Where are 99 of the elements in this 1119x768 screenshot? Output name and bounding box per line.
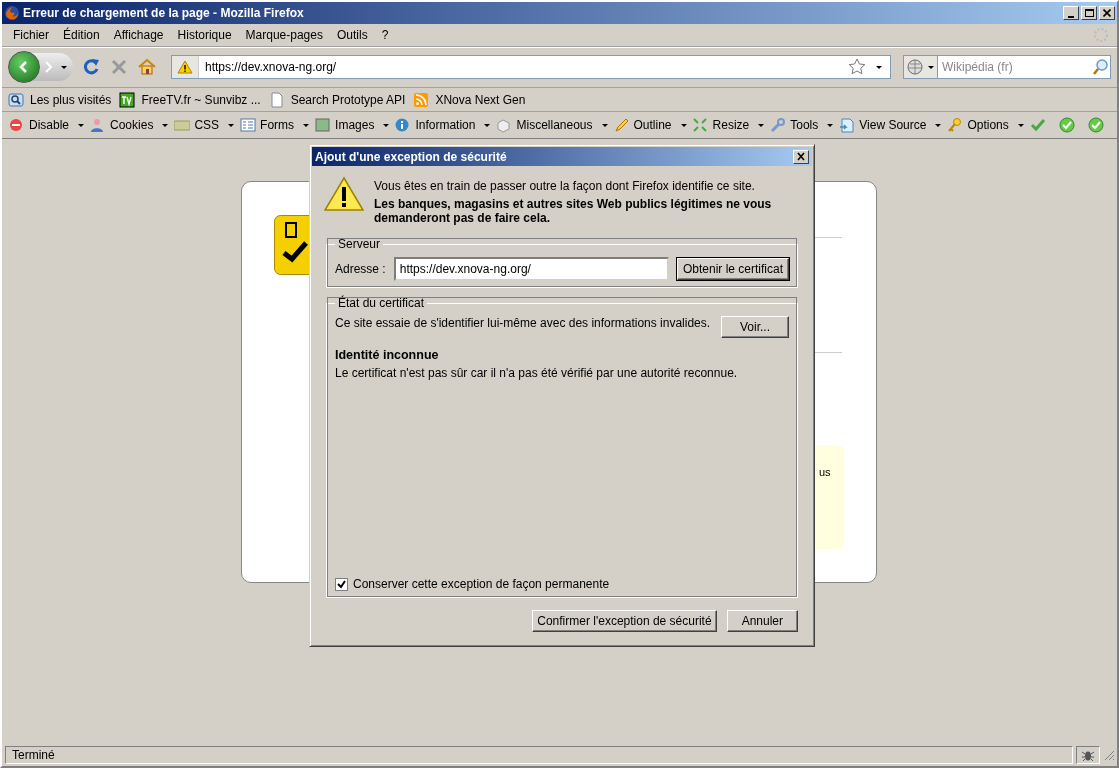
source-page-icon: [839, 117, 856, 133]
caret-icon: [601, 123, 608, 127]
warning-text: Vous êtes en train de passer outre la façon dont Firefox identifie ce site.: [374, 179, 756, 193]
caret-icon: [928, 65, 934, 69]
check-mark-icon: [1030, 117, 1046, 133]
group-label: État du certificat: [337, 296, 426, 310]
menu-item[interactable]: Marque-pages: [238, 26, 330, 44]
firefox-logo-icon: [4, 5, 20, 21]
close-icon: [795, 151, 807, 162]
toolbar-menu-button[interactable]: Disable: [9, 117, 85, 133]
check-circle-icon: [1059, 117, 1075, 133]
confirm-button[interactable]: Confirmer l'exception de sécurité: [532, 610, 717, 632]
field-label: Adresse :: [335, 262, 386, 276]
no-entry-icon: [9, 117, 25, 133]
minimize-button[interactable]: [1063, 6, 1079, 20]
check-circle-icon: [1088, 117, 1104, 133]
status-icon-button[interactable]: [1076, 746, 1100, 764]
close-button[interactable]: [1099, 6, 1115, 20]
address-field[interactable]: https://dev.xnova-ng.org/: [199, 60, 848, 74]
bookmark-link[interactable]: Les plus visités: [30, 92, 112, 107]
caret-icon: [484, 123, 491, 127]
key-icon: [947, 117, 964, 133]
toolbar-menu-button[interactable]: Miscellaneous: [496, 117, 608, 133]
close-button[interactable]: [793, 149, 809, 164]
caret-icon: [935, 123, 942, 127]
description-text: Ce site essaie de s'identifier lui-même avec des informations invalides.: [335, 316, 711, 330]
toolbar-menu-button[interactable]: CSS: [174, 117, 235, 133]
picture-icon: [315, 117, 332, 133]
view-button[interactable]: Voir...: [720, 316, 789, 338]
menu-item[interactable]: Fichier: [6, 26, 56, 44]
status-detail: Le certificat n'est pas sûr car il n'a pas été vérifié par une autorité reconnue.: [335, 366, 739, 380]
menu-item[interactable]: Affichage: [106, 26, 171, 44]
toolbar-menu-button[interactable]: Options: [947, 117, 1024, 133]
toolbar-menu-button[interactable]: Information: [395, 117, 491, 133]
reload-icon: [81, 57, 101, 77]
globe-icon: [907, 59, 923, 75]
menu-item[interactable]: Outils: [329, 26, 375, 44]
star-icon: [848, 58, 866, 76]
magnifier-folder-icon: [8, 91, 24, 108]
throbber-icon: [1093, 27, 1109, 43]
stop-icon: [109, 57, 129, 77]
page-icon: [268, 91, 285, 108]
address-field[interactable]: https://dev.xnova-ng.org/: [393, 257, 669, 281]
pen-icon: [613, 117, 630, 133]
menu-item[interactable]: Historique: [170, 26, 239, 44]
toolbar-menu-button[interactable]: View Source: [839, 117, 942, 133]
reload-button[interactable]: [81, 57, 101, 77]
bookmark-link[interactable]: Search Prototype API: [290, 92, 406, 107]
close-icon: [1103, 9, 1111, 17]
caret-icon: [78, 123, 85, 127]
checkbox[interactable]: [335, 577, 348, 591]
bookmark-link[interactable]: XNova Next Gen: [435, 92, 526, 107]
caret-icon: [680, 123, 687, 127]
wrench-icon: [770, 117, 787, 133]
toolbar-menu-button[interactable]: Tools: [770, 117, 834, 133]
toolbar-menu-button[interactable]: Forms: [240, 117, 310, 133]
toolbar-menu-button[interactable]: Resize: [692, 117, 765, 133]
toolbar-menu-button[interactable]: Cookies: [90, 117, 169, 133]
caret-icon: [383, 123, 390, 127]
menu-item[interactable]: Édition: [56, 26, 107, 44]
tv-icon: [119, 91, 136, 108]
search-bar[interactable]: Wikipédia (fr): [903, 55, 1111, 79]
maximize-button[interactable]: [1081, 6, 1097, 20]
home-icon: [137, 57, 157, 77]
window-title: Erreur de chargement de la page - Mozilla Firefox: [23, 6, 305, 20]
arrows-icon: [692, 117, 709, 133]
caret-icon: [1017, 123, 1024, 127]
feed-icon: [413, 91, 430, 108]
toolbar-menu-button[interactable]: Images: [315, 117, 390, 133]
get-certificate-button[interactable]: Obtenir le certificat: [676, 258, 789, 280]
bookmark-link[interactable]: FreeTV.fr ~ Sunvibz ...: [141, 92, 261, 107]
home-button[interactable]: [137, 57, 157, 77]
group-label: Serveur: [337, 237, 382, 251]
caret-icon: [61, 65, 67, 69]
search-icon: [1092, 58, 1110, 76]
notice-text: us: [819, 466, 831, 478]
resize-grip-icon: [1103, 749, 1115, 761]
address-bar[interactable]: https://dev.xnova-ng.org/: [171, 55, 891, 79]
caret-icon: [758, 123, 765, 127]
form-icon: [240, 117, 257, 133]
dialog-title: Ajout d'une exception de sécurité: [315, 149, 508, 164]
maximize-icon: [1084, 9, 1094, 17]
back-button[interactable]: [8, 51, 40, 83]
caret-icon: [827, 123, 834, 127]
minimize-icon: [1068, 15, 1074, 18]
caret-icon: [162, 123, 169, 127]
caret-icon: [228, 123, 235, 127]
caret-icon: [303, 123, 310, 127]
checkbox-label[interactable]: Conserver cette exception de façon permanente: [353, 577, 610, 591]
menu-item[interactable]: ?: [374, 26, 396, 44]
warning-icon: [177, 60, 193, 74]
caret-icon: [876, 65, 882, 69]
check-icon: [337, 579, 346, 589]
status-heading: Identité inconnue: [335, 348, 440, 362]
warning-text: Les banques, magasins et autres sites Web publics légitimes ne vous demanderont pas de faire cela.: [374, 197, 773, 225]
cancel-button[interactable]: Annuler: [726, 610, 798, 632]
warning-icon: [324, 176, 364, 212]
status-text: Terminé: [5, 746, 1073, 764]
toolbar-menu-button[interactable]: Outline: [613, 117, 687, 133]
